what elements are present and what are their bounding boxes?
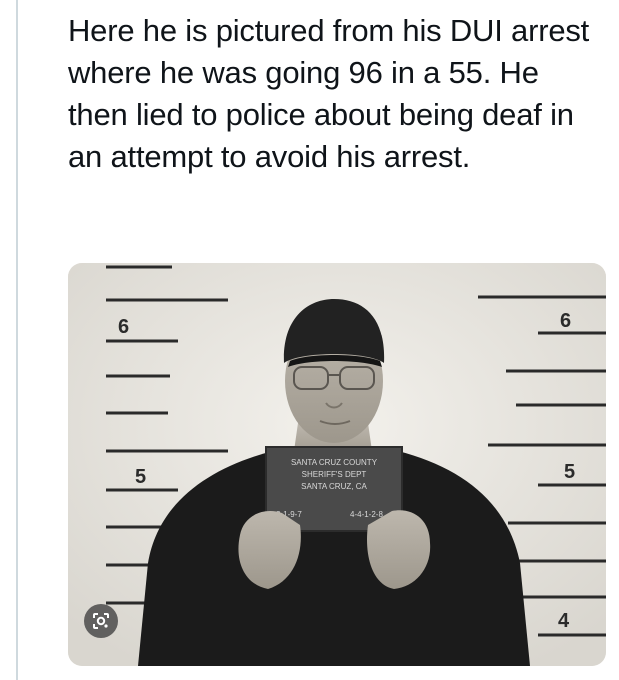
google-lens-icon[interactable] xyxy=(84,604,118,638)
right-mark-6: 6 xyxy=(560,310,571,332)
post-text: Here he is pictured from his DUI arrest … xyxy=(68,13,590,174)
left-mark-5: 5 xyxy=(135,466,146,488)
right-mark-4: 4 xyxy=(558,610,570,632)
svg-text:SHERIFF'S DEPT: SHERIFF'S DEPT xyxy=(302,470,367,479)
left-mark-6: 6 xyxy=(118,316,129,338)
mugshot-image: 6 5 6 5 4 SANTA CRUZ COUNTY SHERIFF'S DE… xyxy=(68,263,606,666)
right-mark-5: 5 xyxy=(564,461,575,483)
svg-text:SANTA CRUZ, CA: SANTA CRUZ, CA xyxy=(301,482,367,491)
svg-text:SANTA CRUZ COUNTY: SANTA CRUZ COUNTY xyxy=(291,458,378,467)
mugshot-photo[interactable]: 6 5 6 5 4 SANTA CRUZ COUNTY SHERIFF'S DE… xyxy=(68,263,606,666)
thread-line xyxy=(16,0,18,680)
svg-text:4-4-1-2-8: 4-4-1-2-8 xyxy=(350,510,383,519)
